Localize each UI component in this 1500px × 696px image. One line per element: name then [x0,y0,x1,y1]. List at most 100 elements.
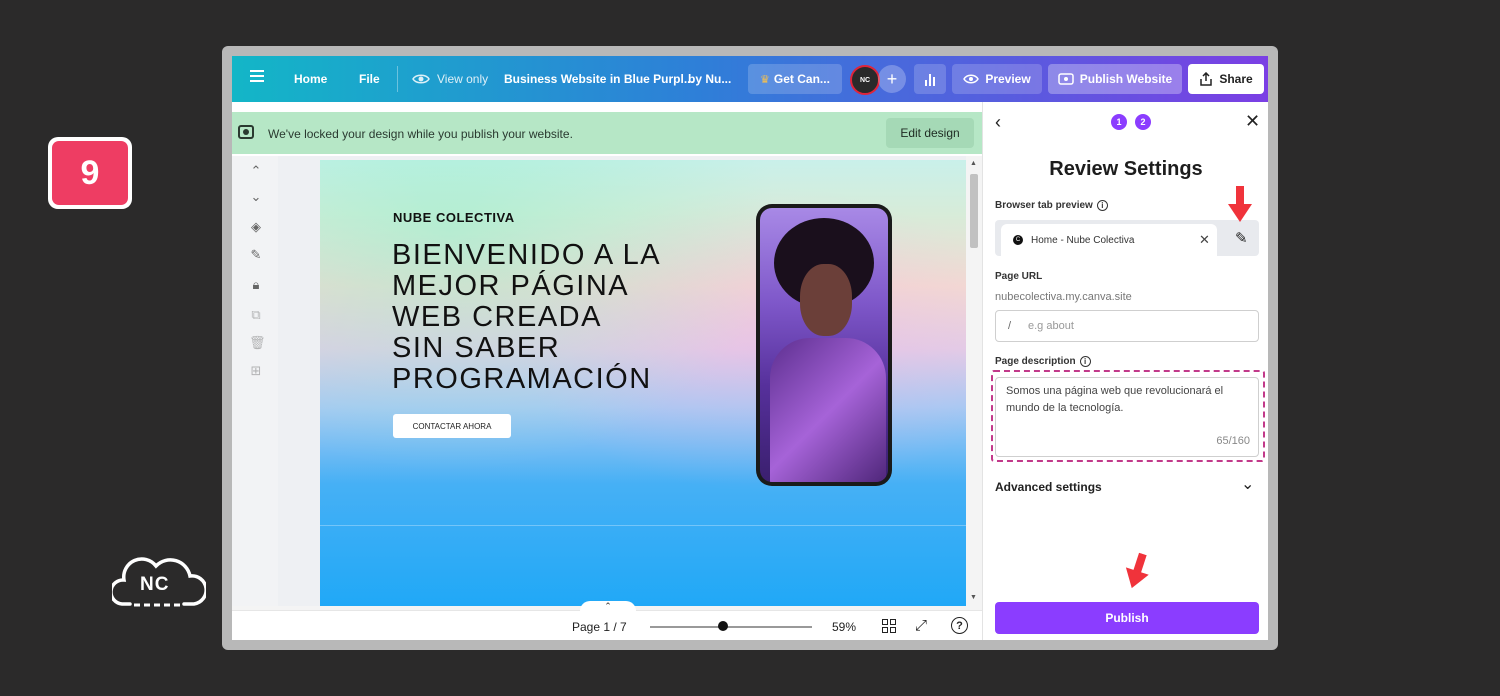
headline-line: WEB CREADA [392,301,602,333]
bottom-bar: ⌃ Page 1 / 7 59% ⤢ ? [232,601,982,640]
page-description-label: Page description i [995,356,1091,367]
scroll-up-icon[interactable]: ▲ [970,160,977,167]
headline-line: SIN SABER [392,332,561,364]
browser-tab-preview: C Home - Nube Colectiva ✕ ✎ [995,220,1259,256]
chevron-down-icon[interactable]: ⌄ [1241,474,1254,494]
browser-tab: C Home - Nube Colectiva ✕ [1001,224,1217,256]
photo-body [770,338,886,482]
photo-face [800,264,852,336]
add-page-icon[interactable]: ⊞ [249,364,263,378]
edit-design-button[interactable]: Edit design [886,118,974,148]
url-placeholder: e.g about [1028,320,1074,332]
chevron-up-icon[interactable]: ⌃ [249,164,263,178]
nc-logo: NC [109,548,208,612]
zoom-slider-handle[interactable] [717,621,728,631]
menu-icon[interactable] [250,70,264,82]
design-brand: NUBE COLECTIVA [393,210,515,225]
fullscreen-icon[interactable]: ⤢ [915,617,927,634]
screenshot-frame: Home File View only Business Website in … [222,46,1278,650]
share-icon [1200,72,1213,86]
nc-logo-text: NC [140,574,170,595]
canva-app: Home File View only Business Website in … [232,56,1268,640]
preview-button[interactable]: Preview [952,64,1042,94]
element-tools: ⌃ ⌄ ◈ ✎ 🔒︎ ⧉ 🗑︎ ⊞ [232,156,278,606]
home-button[interactable]: Home [294,72,327,86]
preview-label: Preview [985,72,1031,86]
vertical-scrollbar[interactable]: ▲ ▼ [966,156,982,610]
chevron-down-icon[interactable]: ⌄ [249,190,263,204]
zoom-slider[interactable] [650,626,812,628]
tab-title: Home - Nube Colectiva [1031,235,1135,246]
website-icon [1058,73,1074,85]
step-1-indicator: 1 [1111,114,1127,130]
pages-toggle-chevron-up-icon[interactable]: ⌃ [580,601,636,615]
step-number: 9 [52,141,128,205]
banner-text: We've locked your design while you publi… [268,127,573,141]
section-divider [320,525,966,526]
review-settings-panel: ‹ 1 2 ✕ Review Settings Browser tab prev… [982,102,1268,640]
page-indicator[interactable]: Page 1 / 7 [572,620,627,634]
lock-icon[interactable]: 🔒︎ [249,278,263,292]
step-2-indicator: 2 [1135,114,1151,130]
tab-close-icon: ✕ [1199,232,1210,247]
add-collaborator-button[interactable]: + [878,65,906,93]
file-menu[interactable]: File [359,72,380,86]
locked-view-icon [238,125,254,139]
page-url-label: Page URL [995,271,1043,282]
contact-cta-button: CONTACTAR AHORA [393,414,511,438]
avatar[interactable]: NC [850,65,880,95]
bar-chart-icon [925,80,927,86]
scroll-thumb[interactable] [970,174,978,248]
page-url-input[interactable]: / e.g about [995,310,1259,342]
info-icon[interactable]: i [1079,356,1091,367]
lock-banner: We've locked your design while you publi… [232,112,982,154]
advanced-settings-toggle[interactable]: Advanced settings [995,480,1102,494]
phone-photo [760,208,888,482]
site-base-url: nubecolectiva.my.canva.site [995,291,1132,303]
share-button[interactable]: Share [1188,64,1264,94]
help-icon[interactable]: ? [951,617,968,634]
red-arrow-icon [1228,186,1252,222]
crown-icon: ♛ [760,73,770,86]
headline-line: BIENVENIDO A LA [392,239,662,271]
step-badge: 9 [48,137,132,209]
panel-title: Review Settings [1049,158,1203,180]
bar-chart-icon [933,77,935,86]
trash-icon[interactable]: 🗑︎ [249,336,266,350]
design-author: by Nu... [688,72,732,86]
notes-icon[interactable]: ✎ [249,248,263,262]
favicon-icon: C [1013,235,1023,245]
label-text: Browser tab preview [995,200,1093,211]
browser-tab-preview-label: Browser tab preview i [995,200,1108,211]
info-icon[interactable]: i [1096,200,1108,211]
get-canva-pro-button[interactable]: ♛ Get Can... [748,64,842,94]
phone-mockup [756,204,892,486]
website-design: NUBE COLECTIVA BIENVENIDO A LA MEJOR PÁG… [320,160,966,610]
publish-website-button[interactable]: Publish Website [1048,64,1182,94]
eye-icon [412,74,430,84]
headline-line: PROGRAMACIÓN [392,363,652,395]
scroll-down-icon[interactable]: ▼ [970,594,977,601]
duplicate-icon[interactable]: ⧉ [249,308,263,322]
divider [397,66,398,92]
bar-chart-icon [929,74,931,86]
insights-button[interactable] [914,64,946,94]
edit-pencil-icon[interactable]: ✎ [1235,229,1248,247]
grid-view-icon[interactable] [882,619,896,633]
view-only-label: View only [437,72,489,86]
eye-icon [963,74,980,84]
share-label: Share [1219,72,1253,86]
label-text: Page description [995,356,1076,367]
highlight-dashed-box [991,370,1265,462]
top-bar: Home File View only Business Website in … [232,56,1268,102]
avatar-initials: NC [859,76,871,84]
publish-button[interactable]: Publish [995,602,1259,634]
close-icon[interactable]: ✕ [1245,111,1260,132]
zoom-level[interactable]: 59% [832,620,856,634]
back-chevron-icon[interactable]: ‹ [995,112,1001,133]
canvas-area: NUBE COLECTIVA BIENVENIDO A LA MEJOR PÁG… [278,156,982,612]
hide-icon[interactable]: ◈ [249,220,263,234]
headline-line: MEJOR PÁGINA [392,270,630,302]
design-title[interactable]: Business Website in Blue Purpl... [504,72,694,86]
url-prefix: / [1008,320,1012,332]
